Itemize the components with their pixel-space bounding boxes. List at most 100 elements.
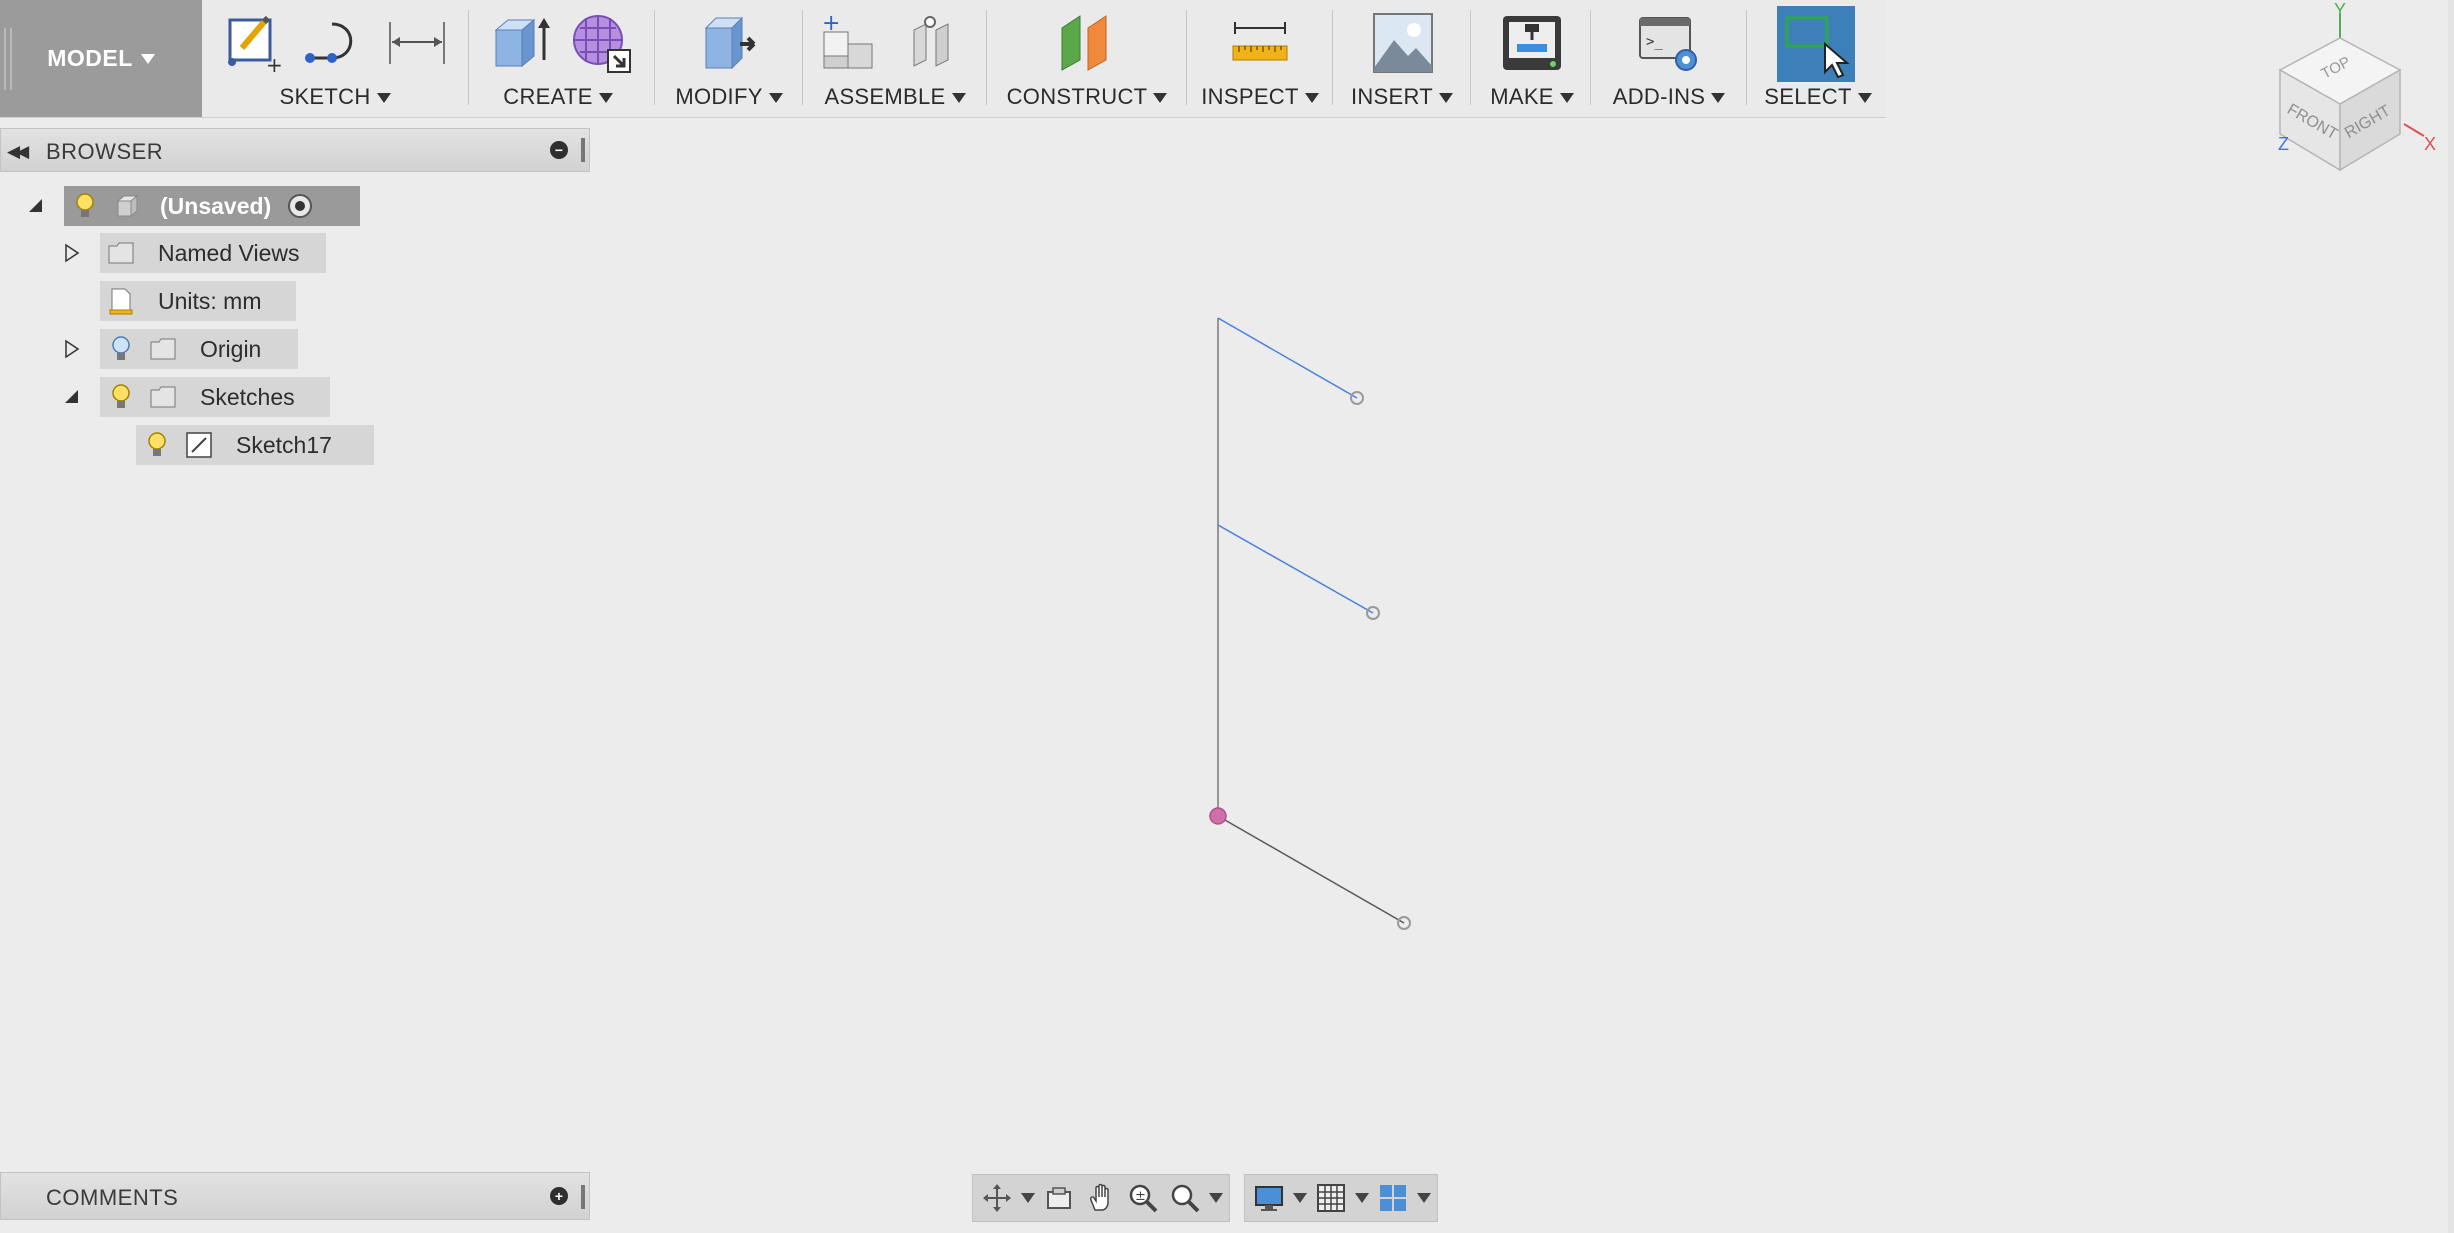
create-menu[interactable]: CREATE	[476, 84, 640, 110]
joint-icon[interactable]	[900, 10, 966, 76]
tree-item-named-views[interactable]: Named Views	[0, 233, 600, 273]
add-ins-group[interactable]: >_ ADD-INS	[1596, 0, 1742, 117]
orbit-icon[interactable]	[979, 1180, 1015, 1216]
browser-title: BROWSER	[46, 139, 164, 164]
visibility-bulb-icon[interactable]	[106, 382, 136, 412]
construct-menu[interactable]: CONSTRUCT	[992, 84, 1182, 110]
chevron-down-icon	[1711, 93, 1726, 104]
select-group[interactable]: SELECT	[1752, 0, 1884, 117]
make-group[interactable]: MAKE	[1476, 0, 1588, 117]
assemble-menu-label: ASSEMBLE	[824, 84, 946, 109]
tree-node-named-views[interactable]: Named Views	[100, 233, 326, 273]
svg-text:+: +	[266, 53, 283, 76]
viewcube[interactable]: TOP FRONT RIGHT Y X Z	[2248, 0, 2454, 190]
sketch-endpoint-upper[interactable]	[1350, 391, 1364, 405]
sketch-menu[interactable]: SKETCH	[210, 84, 460, 110]
panel-resize-handle[interactable]	[581, 138, 585, 162]
modify-group[interactable]: MODIFY	[662, 0, 796, 117]
insert-group[interactable]: INSERT	[1338, 0, 1466, 117]
expand-triangle-icon[interactable]	[62, 243, 82, 263]
extrude-icon[interactable]	[490, 10, 556, 76]
create-group[interactable]: CREATE	[476, 0, 640, 117]
insert-menu[interactable]: INSERT	[1338, 84, 1466, 110]
tree-item-units[interactable]: Units: mm	[0, 281, 600, 321]
scripts-icon[interactable]: >_	[1636, 10, 1702, 76]
construct-group[interactable]: CONSTRUCT	[992, 0, 1182, 117]
chevron-down-icon[interactable]	[1355, 1193, 1369, 1203]
zoom-window-icon[interactable]	[1167, 1180, 1203, 1216]
toolbar-grip-icon[interactable]	[4, 28, 14, 90]
add-ins-menu[interactable]: ADD-INS	[1596, 84, 1742, 110]
tree-node-sketch17[interactable]: Sketch17	[136, 425, 374, 465]
measure-icon[interactable]	[1227, 10, 1293, 76]
tree-node-label: Sketches	[200, 383, 295, 410]
sketch-endpoint-lower[interactable]	[1397, 916, 1411, 930]
sketch-viewport[interactable]	[0, 0, 2454, 1233]
sketch-endpoint-middle[interactable]	[1366, 606, 1380, 620]
chevron-down-icon[interactable]	[1293, 1193, 1307, 1203]
origin-point[interactable]	[1209, 807, 1227, 825]
tree-node-units[interactable]: Units: mm	[100, 281, 296, 321]
collapse-panel-icon[interactable]: ◀◀	[7, 142, 29, 162]
select-button[interactable]	[1777, 6, 1855, 82]
select-icon	[1785, 16, 1850, 79]
viewports-icon[interactable]	[1375, 1180, 1411, 1216]
inspect-group[interactable]: INSPECT	[1192, 0, 1328, 117]
modify-menu[interactable]: MODIFY	[662, 84, 796, 110]
insert-image-icon[interactable]	[1370, 10, 1436, 76]
tree-item-root[interactable]: (Unsaved)	[0, 186, 600, 226]
browser-panel-header[interactable]: ◀◀ BROWSER −	[0, 128, 590, 172]
visibility-bulb-icon[interactable]	[70, 191, 100, 221]
dimension-icon[interactable]	[384, 10, 450, 76]
modify-menu-label: MODIFY	[675, 84, 763, 109]
expand-triangle-icon[interactable]	[62, 387, 82, 407]
create-sketch-icon[interactable]: +	[220, 10, 286, 76]
toolbar-divider	[1746, 10, 1747, 105]
workspace-label: MODEL	[47, 45, 133, 71]
assemble-group[interactable]: + ASSEMBLE	[808, 0, 982, 117]
add-comment-icon[interactable]: +	[550, 1187, 568, 1205]
sketch-line-lower[interactable]	[1217, 815, 1405, 924]
spline-icon[interactable]	[302, 10, 368, 76]
grid-settings-icon[interactable]	[1313, 1180, 1349, 1216]
toolbar-divider	[654, 10, 655, 105]
display-settings-icon[interactable]	[1251, 1180, 1287, 1216]
chevron-down-icon[interactable]	[1021, 1193, 1035, 1203]
select-menu[interactable]: SELECT	[1752, 84, 1884, 110]
toolbar-divider	[802, 10, 803, 105]
tree-item-sketches[interactable]: Sketches	[0, 377, 600, 417]
new-component-icon[interactable]: +	[818, 10, 884, 76]
inspect-menu[interactable]: INSPECT	[1192, 84, 1328, 110]
insert-mesh-icon[interactable]	[568, 10, 634, 76]
tree-item-sketch17[interactable]: Sketch17	[0, 425, 600, 465]
minimize-icon[interactable]: −	[550, 141, 568, 159]
chevron-down-icon[interactable]	[1417, 1193, 1431, 1203]
visibility-bulb-icon[interactable]	[106, 334, 136, 364]
make-menu[interactable]: MAKE	[1476, 84, 1588, 110]
navigation-bar: ±	[972, 1174, 1438, 1222]
press-pull-icon[interactable]	[696, 10, 762, 76]
chevron-down-icon[interactable]	[1209, 1193, 1223, 1203]
chevron-down-icon	[768, 93, 783, 104]
expand-triangle-icon[interactable]	[26, 196, 46, 216]
tree-node-origin[interactable]: Origin	[100, 329, 298, 369]
tree-item-origin[interactable]: Origin	[0, 329, 600, 369]
3d-print-icon[interactable]	[1499, 10, 1565, 76]
zoom-icon[interactable]: ±	[1125, 1180, 1161, 1216]
tree-node-root[interactable]: (Unsaved)	[64, 186, 360, 226]
sketch-line-upper[interactable]	[1217, 317, 1358, 399]
sketch-group[interactable]: + SKETCH	[210, 0, 460, 117]
chevron-down-icon	[140, 53, 155, 64]
visibility-bulb-icon[interactable]	[142, 430, 172, 460]
pan-hand-icon[interactable]	[1083, 1180, 1119, 1216]
comments-panel-header[interactable]: COMMENTS +	[0, 1172, 590, 1220]
offset-plane-icon[interactable]	[1054, 10, 1120, 76]
look-at-icon[interactable]	[1041, 1180, 1077, 1216]
assemble-menu[interactable]: ASSEMBLE	[808, 84, 982, 110]
sketch-line-middle[interactable]	[1217, 524, 1374, 614]
workspace-switcher[interactable]: MODEL	[0, 0, 202, 117]
tree-node-sketches[interactable]: Sketches	[100, 377, 330, 417]
expand-triangle-icon[interactable]	[62, 339, 82, 359]
panel-resize-handle[interactable]	[581, 1185, 585, 1209]
activate-radio-icon[interactable]	[285, 191, 315, 221]
